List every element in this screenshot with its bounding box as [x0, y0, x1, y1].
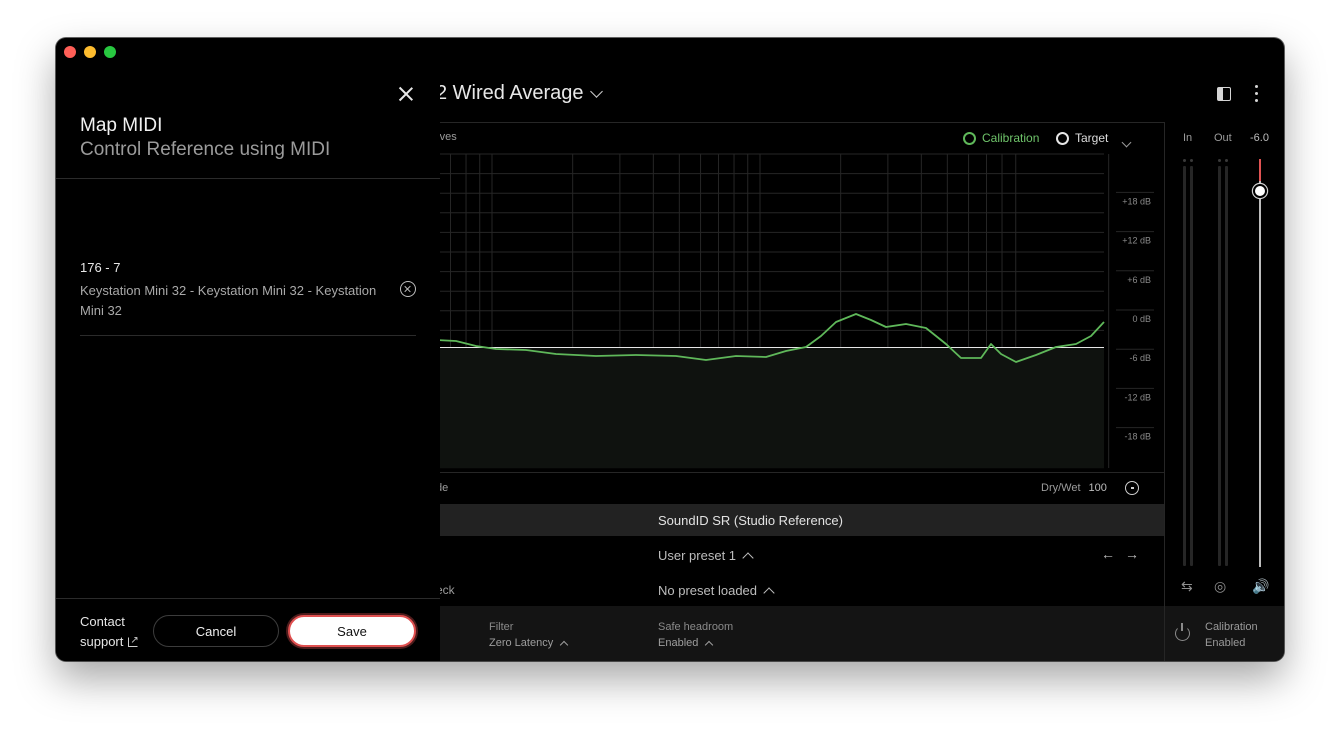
save-button[interactable]: Save: [288, 615, 416, 647]
calibration-value: Enabled: [1205, 637, 1246, 649]
volume-icon[interactable]: 🔊: [1252, 578, 1269, 595]
contact-line2: support: [80, 634, 124, 649]
divider: [56, 598, 440, 599]
drywet-knob-icon[interactable]: [1125, 481, 1139, 495]
meter-peak: [1218, 159, 1221, 162]
map-midi-panel: Map MIDI Control Reference using MIDI 17…: [56, 38, 440, 661]
drywet-label: Dry/Wet: [1041, 482, 1081, 494]
db-tick-label: -6 dB: [1129, 353, 1151, 363]
contact-support-link[interactable]: Contact support: [80, 612, 139, 652]
frequency-response-graph: +18 dB+12 dB+6 dB0 dB-6 dB-12 dB-18 dB10…: [436, 153, 1154, 469]
remove-mapping-icon[interactable]: [400, 281, 416, 297]
external-link-icon: [128, 631, 139, 651]
gain-fader-track[interactable]: [1259, 159, 1261, 567]
meter-peak: [1190, 159, 1193, 162]
chevron-up-icon: [559, 640, 569, 650]
calibration-label: Calibration: [1205, 621, 1258, 633]
midi-mapping-id: 176 - 7: [80, 260, 121, 275]
minimize-window-button[interactable]: [84, 46, 96, 58]
midi-mapping-device: Keystation Mini 32 - Keystation Mini 32 …: [80, 283, 377, 318]
gain-fader-clip-zone: [1259, 159, 1261, 181]
calibration-status: Calibration Enabled: [1205, 619, 1258, 651]
db-tick-label: -12 dB: [1124, 392, 1151, 402]
chevron-up-icon: [742, 551, 754, 564]
profile-bar[interactable]: SoundID SR (Studio Reference): [436, 504, 1165, 536]
close-icon[interactable]: [398, 86, 414, 102]
gain-fader-handle[interactable]: [1253, 184, 1267, 198]
midi-mapping-item: 176 - 7 Keystation Mini 32 - Keystation …: [80, 260, 416, 336]
panel-subtitle: Control Reference using MIDI: [80, 139, 331, 160]
zoom-window-button[interactable]: [104, 46, 116, 58]
contact-line1: Contact: [80, 614, 125, 629]
traffic-lights: [64, 46, 116, 58]
drywet-control: Dry/Wet 100: [1041, 482, 1107, 494]
meter-peak: [1183, 159, 1186, 162]
check-preset-selector[interactable]: No preset loaded: [658, 583, 775, 599]
in-meter-label: In: [1183, 132, 1193, 144]
sidebar-toggle-icon[interactable]: [1217, 87, 1231, 101]
mono-icon[interactable]: ◎: [1214, 578, 1226, 595]
chevron-down-icon: [589, 84, 603, 98]
divider: [56, 178, 440, 179]
response-area: [436, 348, 1104, 468]
meter-peak: [1225, 159, 1228, 162]
filter-value: Zero Latency: [489, 637, 554, 649]
prev-preset-icon[interactable]: ←: [1101, 546, 1115, 562]
more-vertical-icon[interactable]: [1253, 85, 1261, 103]
preset-selector[interactable]: 2 Wired Average: [436, 82, 603, 105]
gain-value: -6.0: [1250, 132, 1269, 144]
db-tick-label: +12 dB: [1122, 236, 1151, 246]
divider: [436, 472, 1165, 473]
drywet-value[interactable]: 100: [1089, 482, 1107, 494]
check-preset-value: No preset loaded: [658, 583, 758, 598]
db-tick-label: +6 dB: [1127, 275, 1151, 285]
app-window: 2 Wired Average rves Calibration Target …: [56, 38, 1284, 661]
out-meter-right: [1225, 166, 1228, 566]
in-meter-right: [1190, 166, 1193, 566]
db-tick-label: 0 dB: [1132, 314, 1151, 324]
out-meter-label: Out: [1214, 132, 1232, 144]
user-preset-selector[interactable]: User preset 1: [658, 548, 754, 564]
db-tick-label: +18 dB: [1122, 196, 1151, 206]
headroom-label: Safe headroom: [658, 621, 734, 633]
db-tick-label: -18 dB: [1124, 432, 1151, 442]
chevron-up-icon: [763, 586, 775, 599]
swap-icon[interactable]: ⇆: [1181, 578, 1193, 595]
out-meter-left: [1218, 166, 1221, 566]
preset-title: 2 Wired Average: [436, 82, 584, 104]
power-icon[interactable]: [1175, 623, 1190, 641]
filter-control[interactable]: Filter Zero Latency: [489, 619, 569, 651]
headroom-value: Enabled: [658, 637, 699, 649]
close-window-button[interactable]: [64, 46, 76, 58]
chevron-up-icon: [705, 640, 714, 650]
profile-name: SoundID SR (Studio Reference): [658, 513, 843, 528]
user-preset-value: User preset 1: [658, 548, 737, 563]
panel-title: Map MIDI: [80, 115, 163, 136]
cancel-button[interactable]: Cancel: [153, 615, 279, 647]
in-meter-left: [1183, 166, 1186, 566]
filter-label: Filter: [489, 621, 514, 633]
headroom-control[interactable]: Safe headroom Enabled: [658, 619, 733, 651]
next-preset-icon[interactable]: →: [1125, 546, 1139, 562]
